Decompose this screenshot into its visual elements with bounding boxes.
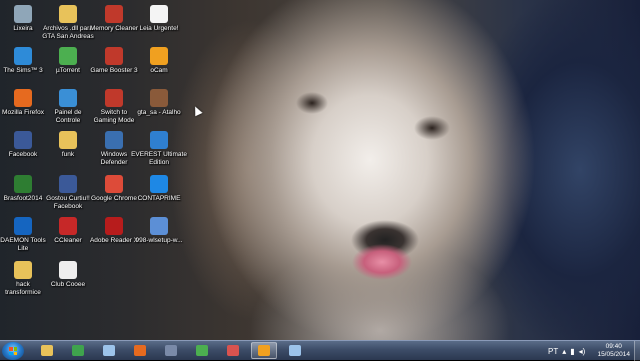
desktop-icon-7[interactable]: oCam	[128, 47, 190, 75]
tray-language[interactable]: PT	[548, 347, 558, 356]
desktop-icon-label: CONTAPRIME	[137, 195, 181, 202]
network-icon[interactable]: ▮	[570, 347, 574, 356]
folder-icon	[59, 5, 77, 23]
folder-icon	[59, 131, 77, 149]
desktop-icon-label: Facebook	[8, 151, 38, 158]
desktop-icon-label: oCam	[150, 67, 168, 74]
search-icon	[103, 345, 115, 356]
desktop-icon-label: µTorrent	[56, 67, 80, 74]
show-desktop-button[interactable]	[634, 341, 640, 361]
taskbar-button-2[interactable]	[96, 342, 122, 359]
daemon-tools-icon	[14, 217, 32, 235]
mouse-cursor-icon	[191, 104, 203, 117]
firefox-icon	[134, 345, 146, 356]
gta-shortcut-icon	[150, 89, 168, 107]
windows-start-icon[interactable]	[2, 342, 24, 360]
facebook-like-icon	[59, 175, 77, 193]
desktop-icon-15[interactable]: EVEREST Ultimate Edition	[128, 131, 190, 167]
paint-icon	[227, 345, 239, 356]
desktop-icon-label: hack transformice	[5, 281, 41, 296]
desktop-icon-label: Lixeira	[13, 25, 33, 32]
sims-icon	[14, 47, 32, 65]
firefox-icon	[14, 89, 32, 107]
desktop-icon-label: EVEREST Ultimate Edition	[131, 151, 187, 166]
desktop-icon-label: Club Cooee	[50, 281, 86, 288]
desktop[interactable]: Lixeira Archivos .dll para GTA San Andrea…	[0, 0, 640, 340]
ccleaner-icon	[59, 217, 77, 235]
media-player-icon	[72, 345, 84, 356]
clock-date: 15/05/2014	[597, 351, 630, 358]
taskbar-button-7[interactable]	[251, 342, 277, 359]
facebook-icon	[14, 131, 32, 149]
desktop-icon-19[interactable]: CONTAPRIME	[128, 175, 190, 203]
clock-time: 09:40	[605, 343, 622, 350]
volume-icon[interactable]: ◂)	[579, 347, 586, 356]
system-tray: PT ▴ ▮ ◂)	[548, 341, 589, 361]
clock[interactable]: 09:40 15/05/2014	[597, 343, 630, 359]
adobe-reader-icon	[105, 217, 123, 235]
desktop-icon-3[interactable]: Leia Urgente!	[128, 5, 190, 33]
desktop-icon-label: CCleaner	[54, 237, 82, 244]
taskbar-button-6[interactable]	[220, 342, 246, 359]
desktop-icon-25[interactable]: Club Cooee	[37, 261, 99, 289]
window-icon	[289, 345, 301, 356]
text-document-icon	[150, 5, 168, 23]
taskbar-button-3[interactable]	[127, 342, 153, 359]
desktop-icon-label: gta_sa - Atalho	[137, 109, 181, 116]
memory-cleaner-icon	[105, 5, 123, 23]
club-cooee-icon	[59, 261, 77, 279]
ocam-icon	[150, 47, 168, 65]
everest-icon	[150, 131, 168, 149]
windows-live-setup-icon	[150, 217, 168, 235]
game-booster-icon	[105, 47, 123, 65]
brasfoot-icon	[14, 175, 32, 193]
desktop-icon-label: funk	[61, 151, 75, 158]
explorer-icon	[41, 345, 53, 356]
gaming-mode-icon	[105, 89, 123, 107]
control-panel-icon	[59, 89, 77, 107]
recycle-bin-icon	[14, 5, 32, 23]
taskbar-button-1[interactable]	[65, 342, 91, 359]
taskbar-button-0[interactable]	[34, 342, 60, 359]
desktop-icon-label: Windows Defender	[100, 151, 128, 166]
utorrent-icon	[59, 47, 77, 65]
folder-icon	[14, 261, 32, 279]
desktop-icon-label: Leia Urgente!	[139, 25, 179, 32]
desktop-icon-label: 998-wlsetup-w...	[135, 237, 183, 244]
app-icon	[165, 345, 177, 356]
chrome-icon	[105, 175, 123, 193]
contaprime-icon	[150, 175, 168, 193]
taskbar-button-5[interactable]	[189, 342, 215, 359]
utorrent-icon	[196, 345, 208, 356]
taskbar: PT ▴ ▮ ◂) 09:40 15/05/2014	[0, 340, 640, 361]
desktop-icon-23[interactable]: 998-wlsetup-w...	[128, 217, 190, 245]
show-hidden-icons-icon[interactable]: ▴	[562, 347, 566, 356]
desktop-icon-label: Painel de Controle	[54, 109, 82, 124]
taskbar-button-4[interactable]	[158, 342, 184, 359]
windows-defender-icon	[105, 131, 123, 149]
media-icon	[258, 345, 270, 356]
desktop-icon-11[interactable]: gta_sa - Atalho	[128, 89, 190, 117]
taskbar-button-8[interactable]	[282, 342, 308, 359]
